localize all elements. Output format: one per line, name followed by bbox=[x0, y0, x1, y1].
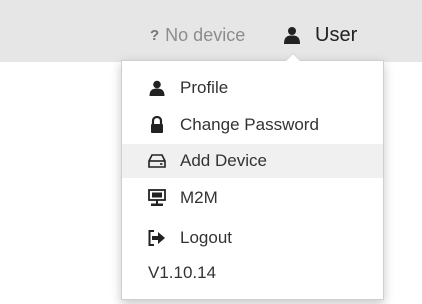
device-status[interactable]: ? No device bbox=[150, 24, 245, 46]
logout-icon bbox=[148, 229, 166, 247]
menu-item-change-password[interactable]: Change Password bbox=[122, 108, 383, 142]
menu-item-m2m[interactable]: M2M bbox=[122, 181, 383, 215]
m2m-icon bbox=[148, 189, 166, 207]
question-icon: ? bbox=[150, 26, 160, 44]
device-status-label: No device bbox=[165, 24, 246, 45]
menu-item-label: Change Password bbox=[180, 115, 319, 134]
lock-icon bbox=[148, 116, 166, 134]
user-dropdown-menu: Profile Change Password Add Device M2M L… bbox=[121, 53, 384, 300]
menu-item-profile[interactable]: Profile bbox=[122, 71, 383, 105]
menu-item-add-device[interactable]: Add Device bbox=[122, 144, 383, 178]
menu-item-label: Profile bbox=[180, 78, 229, 97]
top-bar: ? No device User bbox=[0, 0, 422, 62]
menu-item-logout[interactable]: Logout bbox=[122, 221, 383, 255]
version-label: V1.10.14 bbox=[148, 263, 217, 282]
menu-item-label: M2M bbox=[180, 188, 218, 207]
menu-item-label: Logout bbox=[180, 228, 232, 247]
menu-item-label: Add Device bbox=[180, 151, 267, 170]
user-icon bbox=[148, 79, 166, 97]
user-menu-toggle[interactable]: User bbox=[283, 23, 357, 47]
user-label: User bbox=[315, 23, 358, 46]
user-icon bbox=[283, 26, 301, 44]
dropdown-caret bbox=[285, 53, 301, 61]
device-icon bbox=[148, 152, 166, 170]
